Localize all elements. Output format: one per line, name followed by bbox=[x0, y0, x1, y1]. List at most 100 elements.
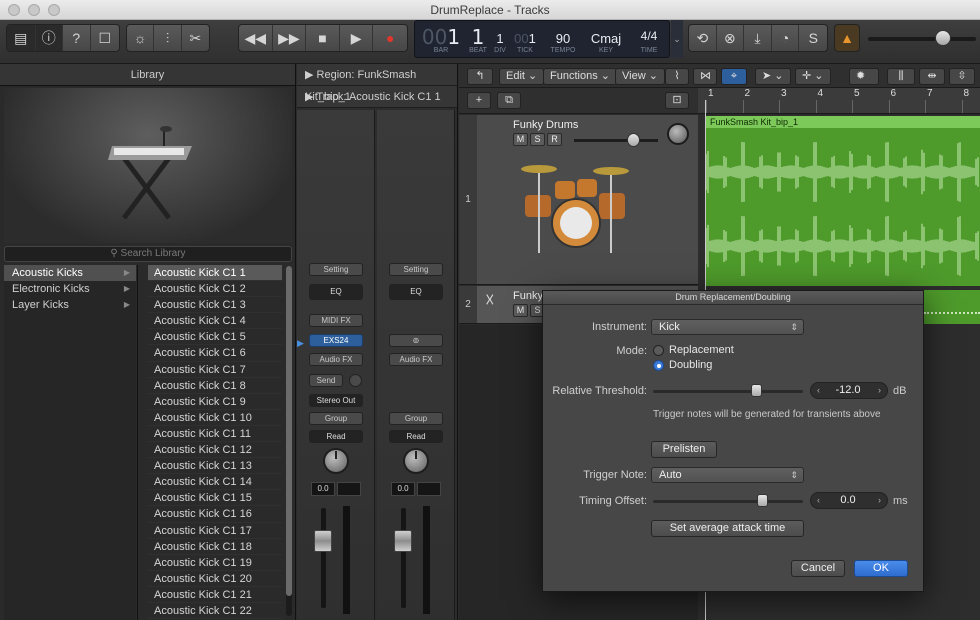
replacement-label[interactable]: Replacement bbox=[669, 344, 734, 356]
patch-item[interactable]: Acoustic Kick C1 15 bbox=[148, 490, 282, 507]
patch-item[interactable]: Acoustic Kick C1 19 bbox=[148, 555, 282, 571]
link-icon[interactable]: ⊚ bbox=[389, 334, 443, 347]
pan-value[interactable]: 0.0 bbox=[311, 482, 335, 496]
track-header[interactable]: 1 Funky Drums MSR bbox=[459, 115, 698, 285]
prelisten-button[interactable]: Prelisten bbox=[651, 441, 717, 458]
set-average-attack-button[interactable]: Set average attack time bbox=[651, 520, 804, 537]
track-volume-thumb[interactable] bbox=[627, 133, 640, 147]
threshold-slider[interactable] bbox=[653, 390, 803, 393]
setting-button[interactable]: Setting bbox=[309, 263, 363, 276]
solo-button[interactable]: S bbox=[530, 133, 545, 146]
patch-item[interactable]: Acoustic Kick C1 4 bbox=[148, 313, 282, 330]
fast-forward-icon[interactable]: ▶▶ bbox=[273, 25, 307, 51]
global-tracks-icon[interactable]: ⊡ bbox=[665, 92, 689, 109]
lcd-tempo[interactable]: 90 bbox=[543, 31, 583, 46]
lcd-display[interactable]: 001 1 1 001 90 Cmaj 4/4 BAR BEAT DIV TIC… bbox=[414, 20, 670, 58]
threshold-slider-thumb[interactable] bbox=[751, 384, 762, 397]
category-item[interactable]: Acoustic Kicks ▶ bbox=[4, 265, 136, 281]
timing-offset-stepper[interactable]: ‹ 0.0 › bbox=[810, 492, 888, 509]
lcd-menu-chevron-icon[interactable]: ⌄ bbox=[671, 20, 683, 58]
patch-item[interactable]: Acoustic Kick C1 3 bbox=[148, 297, 282, 314]
eq-button[interactable]: EQ bbox=[389, 284, 443, 300]
inspector-icon[interactable]: ⓘ bbox=[35, 25, 64, 51]
doubling-label[interactable]: Doubling bbox=[669, 359, 712, 371]
patch-item[interactable]: Acoustic Kick C1 2 bbox=[148, 281, 282, 298]
group-slot[interactable]: Group bbox=[389, 412, 443, 425]
group-slot[interactable]: Group bbox=[309, 412, 363, 425]
lcd-key[interactable]: Cmaj bbox=[585, 31, 627, 46]
patch-item[interactable]: Acoustic Kick C1 7 bbox=[148, 362, 282, 378]
timing-offset-slider-thumb[interactable] bbox=[757, 494, 768, 507]
volume-fader-track[interactable] bbox=[401, 508, 406, 608]
add-track-icon[interactable]: + bbox=[467, 92, 491, 109]
output-slot[interactable]: Stereo Out bbox=[309, 394, 363, 407]
ok-button[interactable]: OK bbox=[854, 560, 908, 577]
record-enable-button[interactable]: R bbox=[547, 133, 562, 146]
patch-item[interactable]: Acoustic Kick C1 13 bbox=[148, 458, 282, 475]
catch-icon[interactable]: ⌇ bbox=[665, 68, 689, 85]
stop-icon[interactable]: ■ bbox=[306, 25, 340, 51]
snap-icon[interactable]: ⌖ bbox=[721, 68, 747, 85]
pointer-tool-icon[interactable]: ➤ ⌄ bbox=[755, 68, 791, 85]
editors-icon[interactable]: ✂ bbox=[182, 25, 209, 51]
patch-item[interactable]: Acoustic Kick C1 16 bbox=[148, 506, 282, 523]
patch-scrollbar[interactable] bbox=[286, 266, 292, 616]
pan-knob[interactable] bbox=[323, 448, 349, 474]
category-item[interactable]: Electronic Kicks ▶ bbox=[4, 281, 136, 297]
volume-fader[interactable] bbox=[314, 530, 332, 552]
volume-fader-track[interactable] bbox=[321, 508, 326, 608]
setting-button[interactable]: Setting bbox=[389, 263, 443, 276]
waveform-zoom-icon[interactable]: ⫼ bbox=[887, 68, 915, 85]
bar-ruler[interactable]: 1 2 3 4 5 6 7 8 bbox=[698, 88, 980, 114]
patch-item[interactable]: Acoustic Kick C1 8 bbox=[148, 378, 282, 394]
patch-item[interactable]: Acoustic Kick C1 1 bbox=[148, 265, 282, 282]
patch-item[interactable]: Acoustic Kick C1 14 bbox=[148, 474, 282, 491]
vertical-zoom-icon[interactable]: ⇳ bbox=[949, 68, 975, 85]
play-icon[interactable]: ▶ bbox=[340, 25, 374, 51]
midi-fx-slot[interactable]: MIDI FX bbox=[309, 314, 363, 327]
timing-offset-value[interactable]: 0.0 bbox=[811, 493, 885, 508]
eq-button[interactable]: EQ bbox=[309, 284, 363, 300]
cycle-icon[interactable]: ⟲ bbox=[689, 25, 717, 51]
master-volume-thumb[interactable] bbox=[935, 30, 951, 46]
pan-knob[interactable] bbox=[403, 448, 429, 474]
patch-item[interactable]: Acoustic Kick C1 5 bbox=[148, 329, 282, 346]
mute-button[interactable]: M bbox=[513, 133, 528, 146]
automation-mode[interactable]: Read bbox=[309, 430, 363, 443]
record-icon[interactable]: ● bbox=[373, 25, 407, 51]
patch-item[interactable]: Acoustic Kick C1 11 bbox=[148, 426, 282, 443]
track-inspector-header[interactable]: ▶ Track: Acoustic Kick C1 1 bbox=[297, 86, 457, 108]
track-pan-knob[interactable] bbox=[667, 123, 689, 145]
help-icon[interactable]: ? bbox=[63, 25, 91, 51]
library-search-input[interactable]: ⚲ Search Library bbox=[4, 246, 292, 262]
metronome-icon[interactable]: ▲ bbox=[834, 24, 860, 52]
settings-gear-icon[interactable]: ✹ ⌄ bbox=[849, 68, 879, 97]
send-knob[interactable] bbox=[349, 374, 362, 387]
audio-fx-slot[interactable]: Audio FX bbox=[389, 353, 443, 366]
cancel-button[interactable]: Cancel bbox=[791, 560, 845, 577]
scrollbar-thumb[interactable] bbox=[286, 266, 292, 596]
patch-item[interactable]: Acoustic Kick C1 6 bbox=[148, 345, 282, 362]
patch-item[interactable]: Acoustic Kick C1 10 bbox=[148, 410, 282, 426]
track-name[interactable]: Funky Drums bbox=[513, 119, 578, 131]
pan-value[interactable]: 0.0 bbox=[391, 482, 415, 496]
crosshair-tool-icon[interactable]: ✛ ⌄ bbox=[795, 68, 831, 85]
back-icon[interactable]: ↰ bbox=[467, 68, 493, 85]
timing-offset-slider[interactable] bbox=[653, 500, 803, 503]
horizontal-zoom-icon[interactable]: ⇹ bbox=[919, 68, 945, 85]
flex-icon[interactable]: ⋈ bbox=[693, 68, 717, 85]
tuner-icon[interactable]: ⤓ bbox=[744, 25, 772, 51]
mute-button[interactable]: M bbox=[513, 304, 528, 317]
patch-item[interactable]: Acoustic Kick C1 9 bbox=[148, 394, 282, 410]
functions-menu[interactable]: Functions ⌄ bbox=[543, 68, 617, 85]
track-name[interactable]: Funky bbox=[513, 290, 543, 302]
replacement-radio[interactable] bbox=[653, 345, 664, 356]
library-icon[interactable]: ▤ bbox=[7, 25, 36, 51]
toolbar-icon[interactable]: ☐ bbox=[91, 25, 119, 51]
rewind-icon[interactable]: ◀◀ bbox=[239, 25, 273, 51]
view-menu[interactable]: View ⌄ bbox=[615, 68, 665, 85]
threshold-stepper[interactable]: ‹ -12.0 › bbox=[810, 382, 888, 399]
master-volume-slider[interactable] bbox=[868, 37, 976, 41]
region-inspector-header[interactable]: ▶ Region: FunkSmash Kit_bip_1 bbox=[297, 64, 457, 103]
trigger-note-popup[interactable]: Auto ⇕ bbox=[651, 467, 804, 483]
